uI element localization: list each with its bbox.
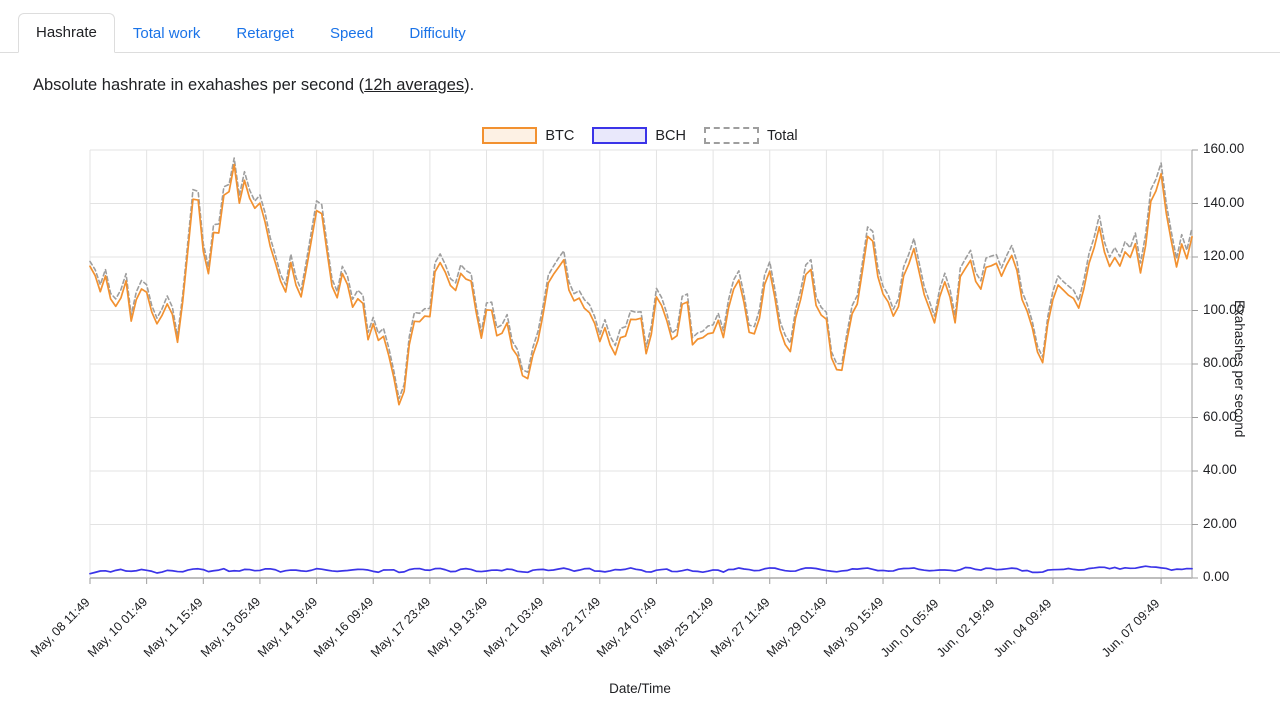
tab-hashrate[interactable]: Hashrate <box>18 13 115 53</box>
y-tick-label: 20.00 <box>1203 515 1237 531</box>
x-axis-title: Date/Time <box>609 681 671 696</box>
y-tick-label: 120.00 <box>1203 248 1245 263</box>
y-axis-title: Exahashes per second <box>1232 300 1247 438</box>
hashrate-chart-page: Hashrate Total work Retarget Speed Diffi… <box>0 0 1280 720</box>
y-tick-label: 140.00 <box>1203 194 1245 210</box>
y-tick-label: 0.00 <box>1203 569 1230 584</box>
y-tick-label: 160.00 <box>1203 141 1245 156</box>
y-tick-label: 40.00 <box>1203 462 1237 477</box>
chart-container: 0.00 20.00 40.00 60.00 80.00 100.00 120.00 140.… <box>0 0 1280 720</box>
